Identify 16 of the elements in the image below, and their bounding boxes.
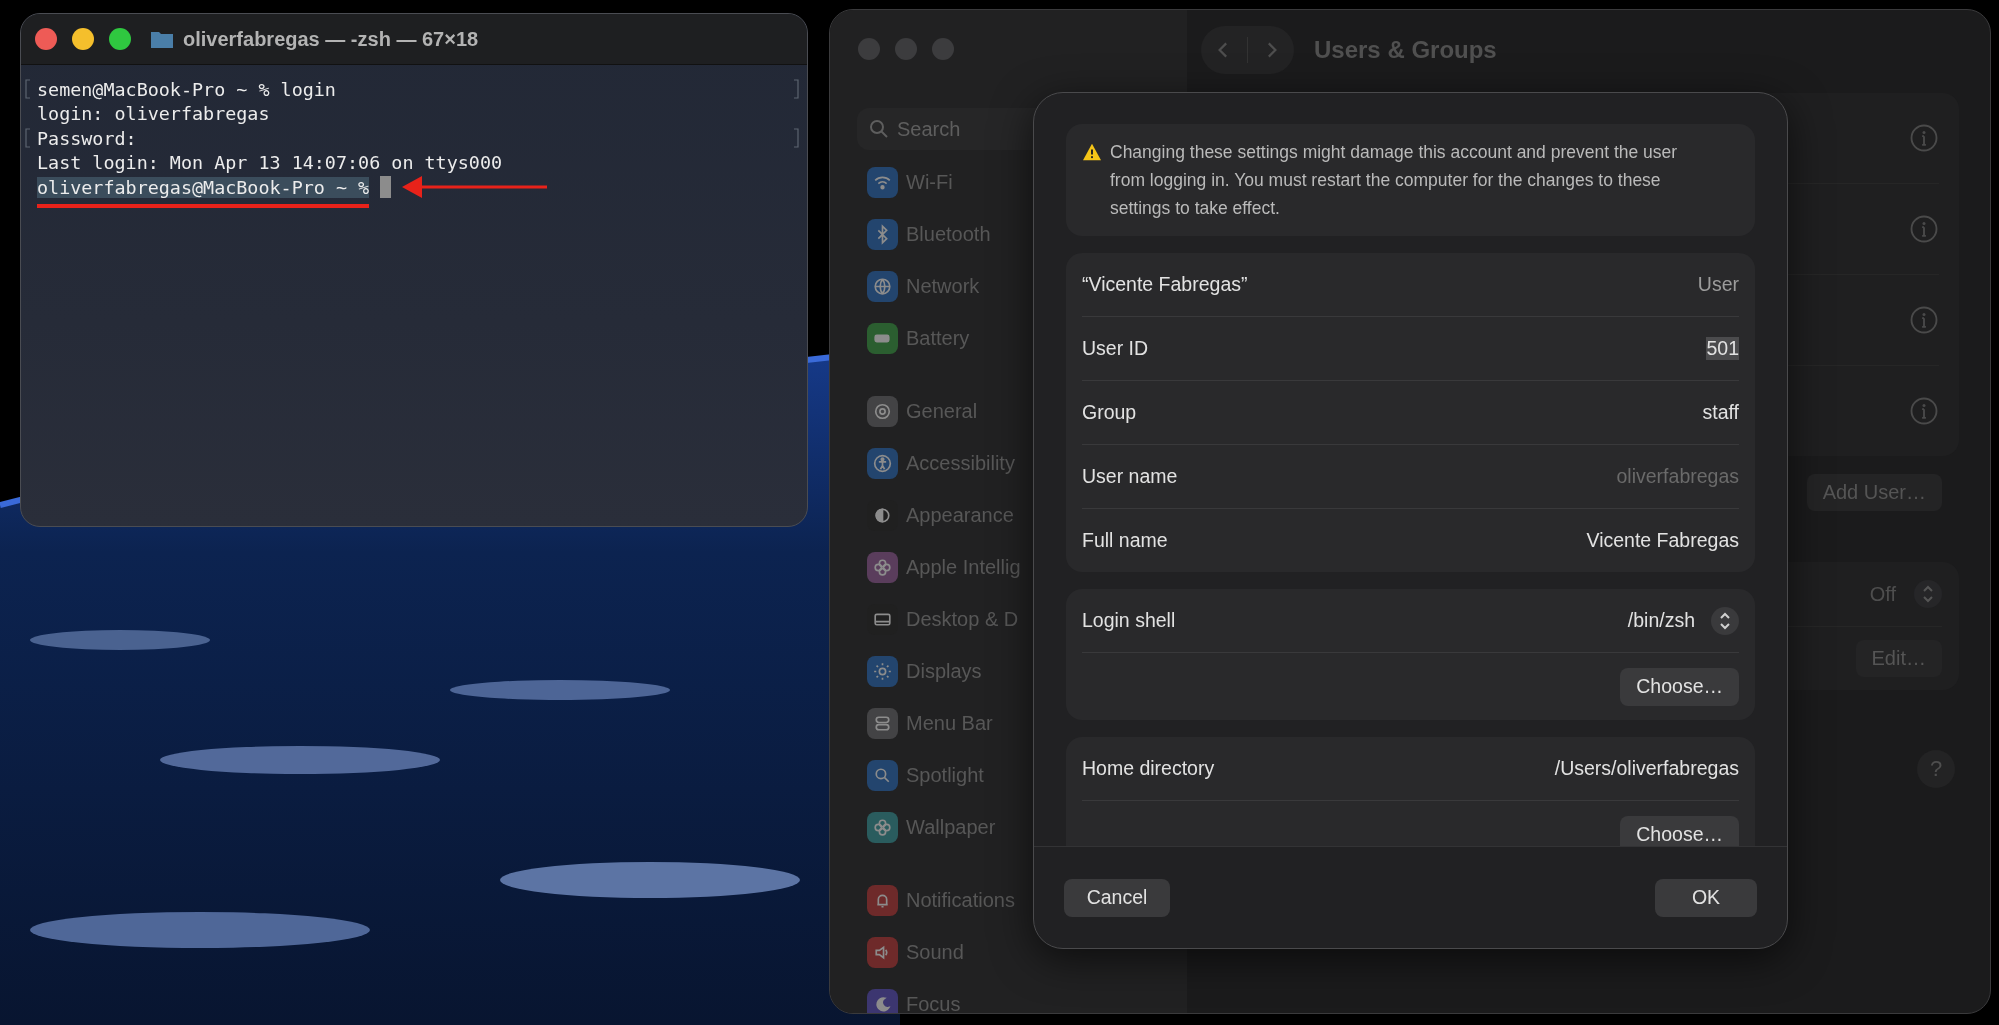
terminal-line: login: oliverfabregas [37,103,270,125]
field-value: /bin/zsh [1627,609,1695,632]
field-label: Group [1082,401,1137,424]
field-value: oliverfabregas [1616,465,1739,488]
field-label: User name [1082,465,1178,488]
field-value: /Users/oliverfabregas [1554,757,1739,780]
terminal-line: Password: [37,127,137,149]
window-title: oliverfabregas — -zsh — 67×18 [183,27,479,51]
field-label: Home directory [1082,757,1215,780]
account-type: User [1697,273,1739,296]
terminal-line: Last login: Mon Apr 13 14:07:06 on ttys000 [37,152,503,174]
field-label: Full name [1082,529,1168,552]
field-label: User ID [1082,337,1149,360]
field-label: Login shell [1082,609,1176,632]
field-label: “Vicente Fabregas” [1082,273,1248,296]
terminal-line: semen@MacBook-Pro ~ % login [37,78,336,100]
